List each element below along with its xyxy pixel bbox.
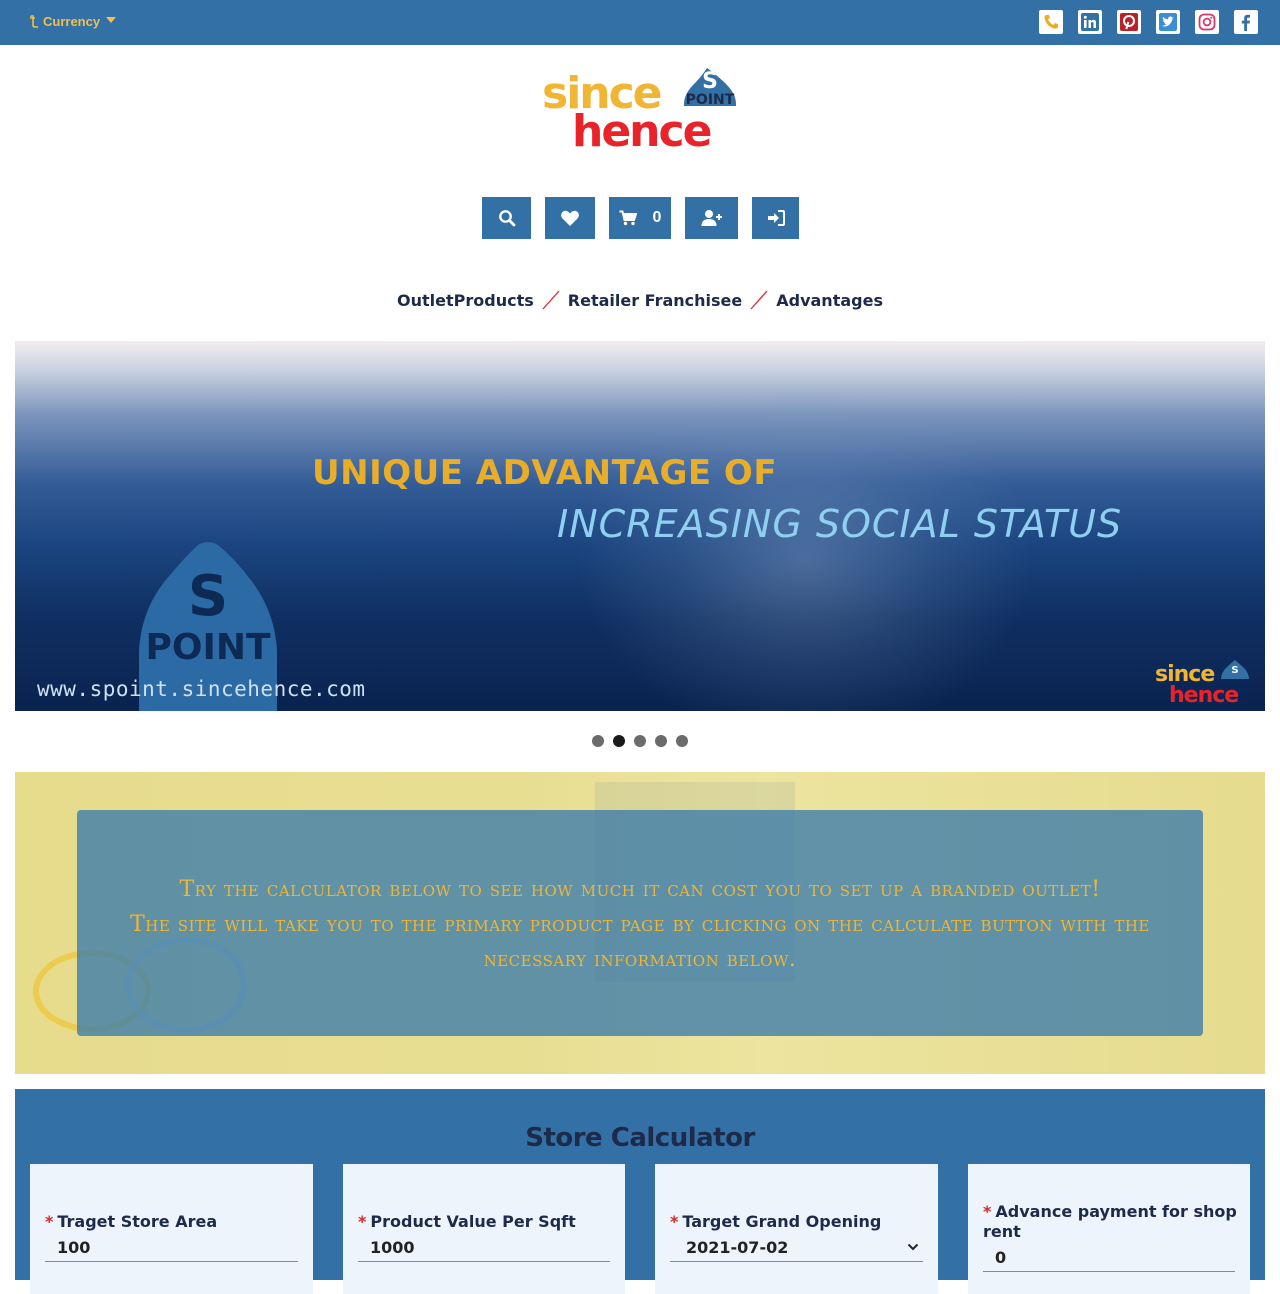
pinterest-icon[interactable] (1117, 10, 1141, 34)
user-plus-icon (701, 210, 722, 226)
facebook-icon[interactable] (1234, 10, 1258, 34)
promo-line-1: Try the calculator below to see how much… (179, 877, 1101, 902)
carousel-indicators (0, 735, 1280, 747)
promo-text: Try the calculator below to see how much… (77, 872, 1203, 977)
cart-count: 0 (652, 209, 662, 226)
heart-icon (561, 210, 579, 226)
linkedin-icon[interactable] (1078, 10, 1102, 34)
header-actions: 0 (0, 197, 1280, 239)
phone-icon[interactable] (1039, 10, 1063, 34)
advance-payment-label: * Advance payment for shop rent (983, 1202, 1237, 1241)
carousel-dot[interactable] (676, 735, 688, 747)
grand-opening-value: 2021-07-02 (686, 1238, 789, 1257)
social-links (1039, 10, 1258, 34)
store-area-input[interactable]: 100 (45, 1234, 298, 1262)
banner-subheadline: INCREASING SOCIAL STATUS (557, 502, 1123, 546)
currency-label: Currency (43, 14, 101, 29)
wishlist-button[interactable] (545, 197, 595, 239)
store-area-label: * Traget Store Area (45, 1212, 218, 1231)
banner-url: www.spoint.sincehence.com (37, 677, 366, 701)
nav-item-advantages[interactable]: Advantages (776, 291, 883, 310)
hero-banner[interactable]: UNIQUE ADVANTAGE OF INCREASING SOCIAL ST… (15, 341, 1265, 711)
main-nav: OutletProducts Retailer Franchisee Advan… (0, 288, 1280, 312)
product-value-label: * Product Value Per Sqft (358, 1212, 576, 1231)
twitter-icon[interactable] (1156, 10, 1180, 34)
cart-button[interactable]: 0 (609, 197, 671, 239)
top-bar: Currency (0, 0, 1280, 45)
svg-text:S: S (1231, 665, 1238, 676)
sign-in-icon (767, 210, 785, 226)
grand-opening-label: * Target Grand Opening (670, 1212, 882, 1231)
promo-panel: Try the calculator below to see how much… (77, 810, 1203, 1036)
search-button[interactable] (482, 197, 531, 239)
instagram-icon[interactable] (1195, 10, 1219, 34)
calc-card-product-value: * Product Value Per Sqft 1000 (343, 1164, 625, 1294)
register-button[interactable] (685, 197, 738, 239)
product-value-input[interactable]: 1000 (358, 1234, 610, 1262)
nav-item-retailer-franchisee[interactable]: Retailer Franchisee (568, 291, 742, 310)
calc-card-store-area: * Traget Store Area 100 (30, 1164, 313, 1294)
grand-opening-select[interactable]: 2021-07-02 (670, 1234, 923, 1262)
chevron-down-icon (106, 17, 117, 23)
carousel-dot[interactable] (634, 735, 646, 747)
calculator-title: Store Calculator (525, 1123, 755, 1153)
nav-separator (742, 288, 776, 312)
calc-card-grand-opening: * Target Grand Opening 2021-07-02 (655, 1164, 938, 1294)
nav-separator (534, 288, 568, 312)
sincehence-mini-logo: S since hence (1155, 660, 1249, 705)
promo-section: Try the calculator below to see how much… (15, 772, 1265, 1074)
svg-text:hence: hence (572, 106, 711, 152)
svg-text:hence: hence (1169, 683, 1238, 705)
carousel-dot[interactable] (613, 735, 625, 747)
login-button[interactable] (752, 197, 799, 239)
currency-dropdown[interactable]: Currency (28, 14, 117, 29)
search-icon (498, 210, 515, 227)
svg-text:POINT: POINT (145, 627, 271, 668)
calc-card-advance-payment: * Advance payment for shop rent 0 (968, 1164, 1250, 1294)
chevron-down-icon (907, 1243, 919, 1251)
carousel-dot[interactable] (655, 735, 667, 747)
promo-line-2: The site will take you to the primary pr… (130, 912, 1150, 972)
cart-icon (619, 210, 637, 226)
banner-headline: UNIQUE ADVANTAGE OF (312, 453, 778, 493)
currency-icon (30, 15, 38, 28)
svg-text:S: S (188, 564, 228, 629)
nav-item-outlet-products[interactable]: OutletProducts (397, 291, 534, 310)
store-calculator: Store Calculator * Traget Store Area 100 … (15, 1089, 1265, 1294)
site-logo[interactable]: S POINT since hence (540, 62, 740, 157)
advance-payment-input[interactable]: 0 (983, 1244, 1235, 1272)
banner-glow (575, 381, 1035, 711)
carousel-dot[interactable] (592, 735, 604, 747)
